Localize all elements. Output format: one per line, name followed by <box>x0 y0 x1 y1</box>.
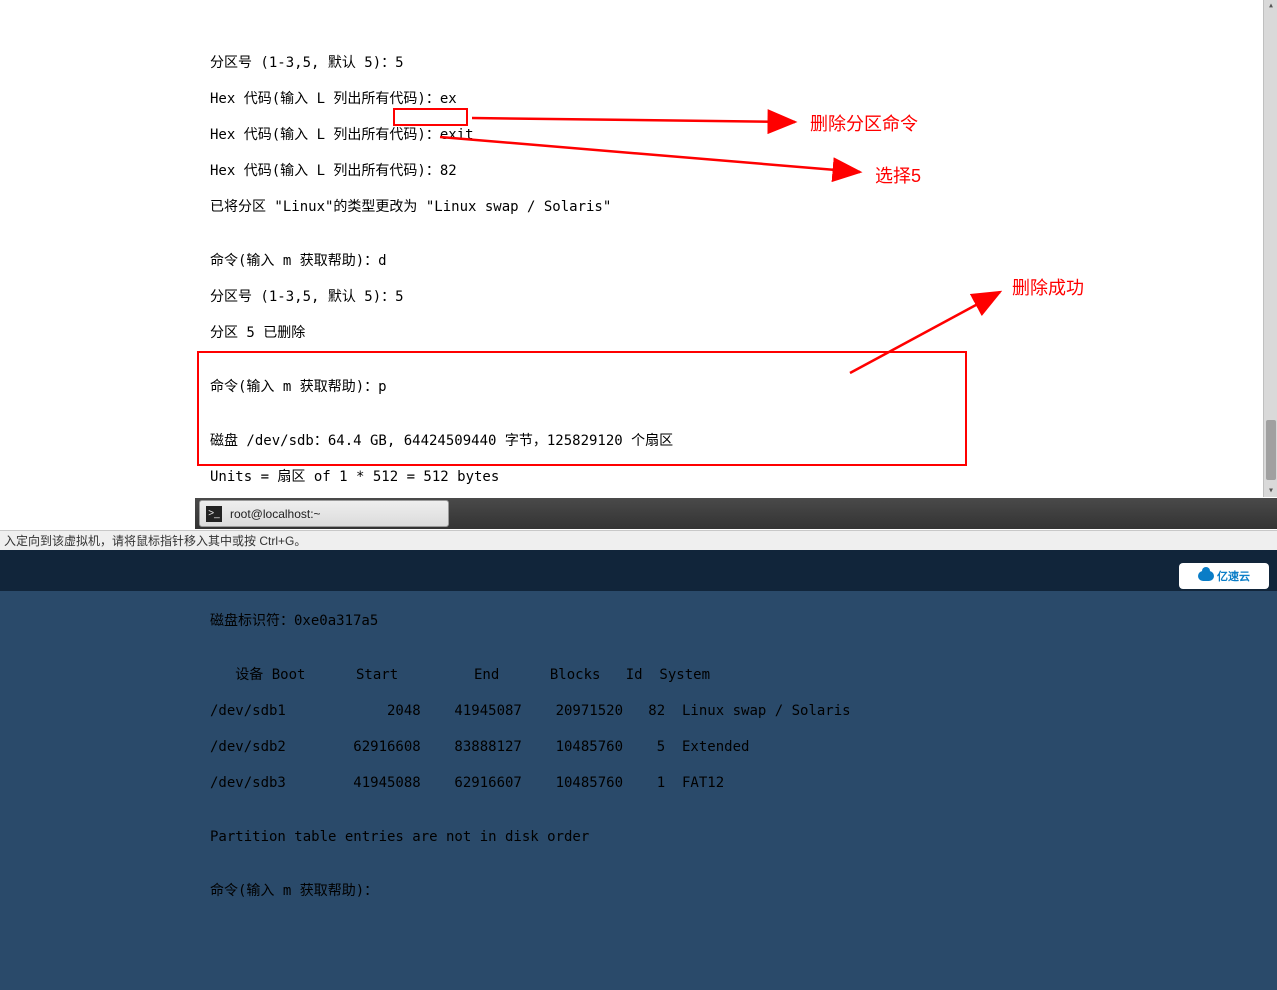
term-line: Hex 代码(输入 L 列出所有代码)：exit <box>210 126 1261 144</box>
table-row: /dev/sdb2 62916608 83888127 10485760 5 E… <box>210 738 1261 756</box>
term-line: 设备 Boot Start End Blocks Id System <box>210 666 1261 684</box>
taskbar-item-label: root@localhost:~ <box>230 507 321 521</box>
watermark-text: 亿速云 <box>1217 568 1250 584</box>
terminal-window[interactable]: 分区号 (1-3,5, 默认 5)：5 Hex 代码(输入 L 列出所有代码)：… <box>194 0 1277 497</box>
term-line: 磁盘标识符：0xe0a317a5 <box>210 612 1261 630</box>
vm-desktop: 分区号 (1-3,5, 默认 5)：5 Hex 代码(输入 L 列出所有代码)：… <box>0 0 1277 530</box>
taskbar: >_ root@localhost:~ <box>195 498 1277 529</box>
term-line: Partition table entries are not in disk … <box>210 828 1261 846</box>
scroll-up-icon[interactable]: ▴ <box>1265 0 1277 12</box>
term-line: Hex 代码(输入 L 列出所有代码)：ex <box>210 90 1261 108</box>
table-row: /dev/sdb1 2048 41945087 20971520 82 Linu… <box>210 702 1261 720</box>
annotation-label-delete-success: 删除成功 <box>1012 274 1084 300</box>
scroll-thumb[interactable] <box>1266 420 1276 480</box>
vmware-statusbar: 入定向到该虚拟机，请将鼠标指针移入其中或按 Ctrl+G。 <box>0 530 1277 550</box>
term-line: Units = 扇区 of 1 * 512 = 512 bytes <box>210 468 1261 486</box>
vmware-status-text: 入定向到该虚拟机，请将鼠标指针移入其中或按 Ctrl+G。 <box>4 532 306 549</box>
term-line: 分区 5 已删除 <box>210 324 1261 342</box>
cloud-icon <box>1198 571 1214 581</box>
term-line: 磁盘 /dev/sdb：64.4 GB, 64424509440 字节，1258… <box>210 432 1261 450</box>
table-row: /dev/sdb3 41945088 62916607 10485760 1 F… <box>210 774 1261 792</box>
term-line: Hex 代码(输入 L 列出所有代码)：82 <box>210 162 1261 180</box>
annotation-label-delete-cmd: 删除分区命令 <box>810 110 918 136</box>
term-prompt[interactable]: 命令(输入 m 获取帮助)： <box>210 882 1261 900</box>
taskbar-item-terminal[interactable]: >_ root@localhost:~ <box>199 500 449 527</box>
term-line: 命令(输入 m 获取帮助)：p <box>210 378 1261 396</box>
watermark-badge: 亿速云 <box>1179 563 1269 589</box>
terminal-output: 分区号 (1-3,5, 默认 5)：5 Hex 代码(输入 L 列出所有代码)：… <box>194 36 1277 936</box>
annotation-label-select5: 选择5 <box>875 162 921 188</box>
term-line: 命令(输入 m 获取帮助)：d <box>210 252 1261 270</box>
page-footer-strip: 亿速云 <box>0 550 1277 591</box>
scroll-down-icon[interactable]: ▾ <box>1265 485 1277 497</box>
term-line: 分区号 (1-3,5, 默认 5)：5 <box>210 288 1261 306</box>
term-line: 分区号 (1-3,5, 默认 5)：5 <box>210 54 1261 72</box>
term-line: 已将分区 "Linux"的类型更改为 "Linux swap / Solaris… <box>210 198 1261 216</box>
terminal-scrollbar[interactable]: ▴ ▾ <box>1263 0 1277 497</box>
terminal-icon: >_ <box>206 506 222 522</box>
